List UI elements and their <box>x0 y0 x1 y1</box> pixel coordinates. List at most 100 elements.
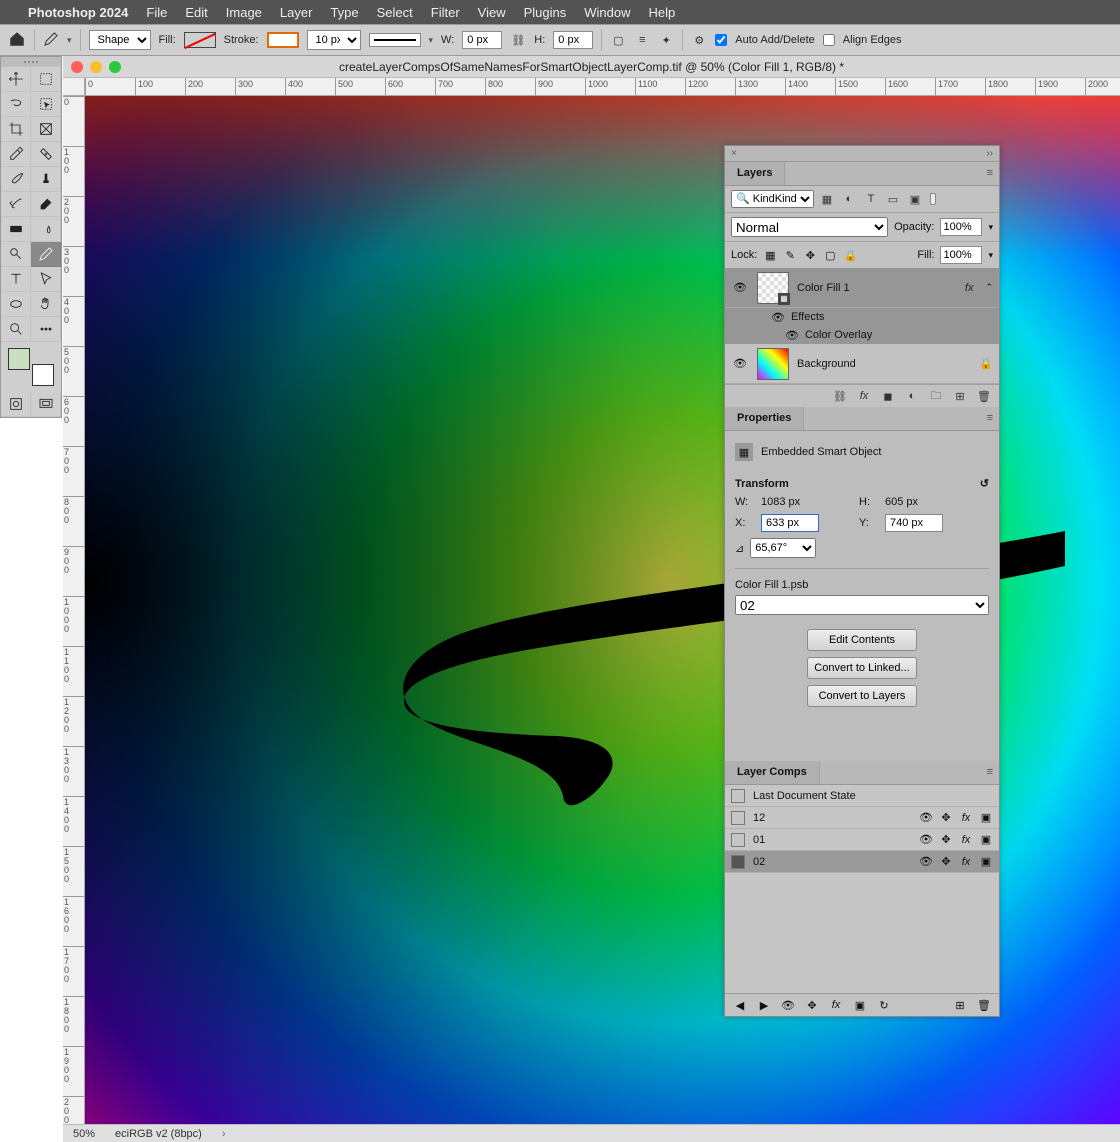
menu-help[interactable]: Help <box>649 5 676 20</box>
effect-item[interactable]: 👁Color Overlay <box>725 326 999 344</box>
stroke-width-select[interactable]: 10 px <box>307 30 361 50</box>
fx-icon[interactable]: fx <box>857 389 871 403</box>
reset-transform-icon[interactable]: ↺ <box>980 477 989 490</box>
close-panel-icon[interactable]: × <box>731 148 737 159</box>
menu-plugins[interactable]: Plugins <box>524 5 567 20</box>
gradient-tool[interactable] <box>1 217 31 242</box>
comp-last-state[interactable]: Last Document State <box>725 785 999 807</box>
filter-shape-icon[interactable]: ▭ <box>886 192 900 206</box>
eraser-tool[interactable] <box>31 192 61 217</box>
panel-menu-icon[interactable]: ≡ <box>981 162 999 185</box>
menu-layer[interactable]: Layer <box>280 5 313 20</box>
update-so-icon[interactable]: ▣ <box>853 998 867 1012</box>
eyedropper-tool[interactable] <box>1 142 31 167</box>
comp-fx-icon[interactable]: fx <box>959 833 973 847</box>
titlebar[interactable]: createLayerCompsOfSameNamesForSmartObjec… <box>63 56 1120 78</box>
type-tool[interactable] <box>1 267 31 292</box>
menu-file[interactable]: File <box>146 5 167 20</box>
auto-add-checkbox[interactable] <box>715 31 727 49</box>
comp-visibility-icon[interactable]: 👁 <box>919 811 933 825</box>
layer-name[interactable]: Color Fill 1 <box>797 282 957 294</box>
comp-position-icon[interactable]: ✥ <box>939 855 953 869</box>
group-icon[interactable]: 🗀 <box>929 389 943 403</box>
tool-mode-select[interactable]: Shape <box>89 30 151 50</box>
fx-indicator[interactable]: fx <box>965 282 978 294</box>
filter-toggle[interactable] <box>930 193 936 205</box>
comp-apply-marker[interactable] <box>731 789 745 803</box>
collapse-panel-icon[interactable]: ›› <box>986 148 993 159</box>
frame-tool[interactable] <box>31 117 61 142</box>
menu-type[interactable]: Type <box>330 5 358 20</box>
update-fx-icon[interactable]: fx <box>829 998 843 1012</box>
dodge-tool[interactable] <box>1 242 31 267</box>
ellipse-tool[interactable] <box>1 292 31 317</box>
blend-mode-select[interactable]: Normal <box>731 217 888 237</box>
comp-so-icon[interactable]: ▣ <box>979 855 993 869</box>
fill-opacity-input[interactable] <box>940 246 982 264</box>
lasso-tool[interactable] <box>1 92 31 117</box>
menu-window[interactable]: Window <box>584 5 630 20</box>
x-input[interactable] <box>761 514 819 532</box>
comp-position-icon[interactable]: ✥ <box>939 811 953 825</box>
screen-mode-toggle[interactable] <box>31 392 61 417</box>
lock-transparency-icon[interactable]: ▦ <box>763 248 777 262</box>
comp-visibility-icon[interactable]: 👁 <box>919 833 933 847</box>
ruler-origin[interactable] <box>63 78 85 96</box>
convert-to-linked-button[interactable]: Convert to Linked... <box>807 657 917 679</box>
layer-thumbnail[interactable]: ▦ <box>757 272 789 304</box>
mask-icon[interactable]: ◼ <box>881 389 895 403</box>
toolbox-grip[interactable] <box>1 57 61 67</box>
color-swatches[interactable] <box>6 346 56 388</box>
tab-layers[interactable]: Layers <box>725 162 785 185</box>
comp-apply-marker[interactable] <box>731 833 745 847</box>
filter-pixel-icon[interactable]: ▦ <box>820 192 834 206</box>
edit-contents-button[interactable]: Edit Contents <box>807 629 917 651</box>
lock-position-icon[interactable]: ✥ <box>803 248 817 262</box>
lock-pixels-icon[interactable]: ✎ <box>783 248 797 262</box>
comp-apply-marker[interactable] <box>731 811 745 825</box>
layer-thumbnail[interactable] <box>757 348 789 380</box>
status-dropdown-icon[interactable]: › <box>222 1128 226 1140</box>
zoom-window-button[interactable] <box>109 61 121 73</box>
layer-kind-filter[interactable]: 🔍 KindKind <box>731 190 814 208</box>
stroke-style-dropdown-icon[interactable]: ▾ <box>429 35 434 46</box>
menu-image[interactable]: Image <box>226 5 262 20</box>
color-profile[interactable]: eciRGB v2 (8bpc) <box>115 1128 202 1140</box>
healing-tool[interactable] <box>31 142 61 167</box>
zoom-tool[interactable] <box>1 317 31 342</box>
filter-adjust-icon[interactable]: ◐ <box>842 192 856 206</box>
menu-edit[interactable]: Edit <box>185 5 207 20</box>
comp-name[interactable]: 02 <box>753 856 911 868</box>
visibility-toggle[interactable]: 👁 <box>731 281 749 294</box>
comp-name[interactable]: 12 <box>753 812 911 824</box>
path-arrange-icon[interactable]: ✦ <box>658 32 674 48</box>
new-layer-icon[interactable]: ⊞ <box>953 389 967 403</box>
menu-view[interactable]: View <box>478 5 506 20</box>
path-ops-icon[interactable]: ▢ <box>610 32 626 48</box>
marquee-tool[interactable] <box>31 67 61 92</box>
new-comp-icon[interactable]: ⊞ <box>953 998 967 1012</box>
minimize-window-button[interactable] <box>90 61 102 73</box>
comp-visibility-icon[interactable]: 👁 <box>919 855 933 869</box>
tab-properties[interactable]: Properties <box>725 407 804 430</box>
pen-tool[interactable] <box>31 242 61 267</box>
stroke-style-select[interactable] <box>369 33 421 47</box>
ruler-vertical[interactable]: 0100200300400500600700800900100011001200… <box>63 96 85 1142</box>
crop-tool[interactable] <box>1 117 31 142</box>
history-brush-tool[interactable] <box>1 192 31 217</box>
link-layers-icon[interactable]: ⛓ <box>833 389 847 403</box>
effects-header[interactable]: 👁Effects <box>725 308 999 326</box>
app-name[interactable]: Photoshop 2024 <box>28 5 128 20</box>
link-wh-icon[interactable]: ⛓ <box>510 32 526 48</box>
close-window-button[interactable] <box>71 61 83 73</box>
panel-menu-icon[interactable]: ≡ <box>981 407 999 430</box>
height-input[interactable] <box>553 31 593 49</box>
filter-type-icon[interactable]: T <box>864 192 878 206</box>
layer-row[interactable]: 👁 ▦ Color Fill 1 fx⌃ <box>725 268 999 308</box>
quick-mask-toggle[interactable] <box>1 392 31 417</box>
ruler-horizontal[interactable]: 0100200300400500600700800900100011001200… <box>85 78 1120 96</box>
tool-dropdown-icon[interactable]: ▾ <box>67 35 72 46</box>
comp-row[interactable]: 02 👁✥fx▣ <box>725 851 999 873</box>
path-select-tool[interactable] <box>31 267 61 292</box>
comp-row[interactable]: 12 👁✥fx▣ <box>725 807 999 829</box>
